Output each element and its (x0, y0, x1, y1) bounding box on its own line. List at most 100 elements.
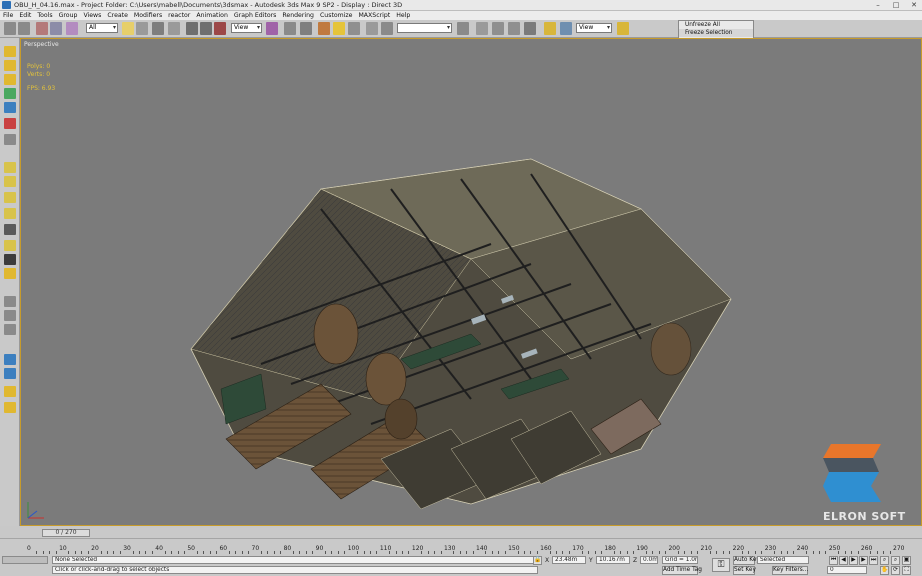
menu-modifiers[interactable]: Modifiers (134, 12, 162, 19)
rope-collection-icon[interactable] (4, 88, 16, 99)
render-setup-icon[interactable] (544, 22, 556, 35)
move-icon[interactable] (186, 22, 198, 35)
scale-icon[interactable] (214, 22, 226, 35)
zoom-icon[interactable]: ⌕ (880, 556, 889, 565)
align-icon[interactable] (457, 22, 469, 35)
menu-rendering[interactable]: Rendering (282, 12, 314, 19)
zoom-all-icon[interactable]: ⌕ (891, 556, 900, 565)
undo-icon[interactable] (4, 22, 16, 35)
render-view-dropdown[interactable]: View (576, 23, 612, 33)
auto-key-button[interactable]: Auto Key (733, 556, 760, 565)
minimize-button[interactable]: – (872, 1, 884, 9)
time-slider-thumb[interactable]: 0 / 270 (42, 529, 90, 537)
freeze-selection-item[interactable]: Freeze Selection (679, 29, 753, 37)
mirror-icon[interactable] (381, 22, 393, 35)
window-crossing-icon[interactable] (168, 22, 180, 35)
angle-snap-icon[interactable] (318, 22, 330, 35)
soft-body-icon[interactable] (4, 74, 16, 85)
current-frame-field[interactable]: 0 (827, 566, 867, 574)
menu-graph-editors[interactable]: Graph Editors (234, 12, 276, 19)
prismatic-icon[interactable] (4, 324, 16, 335)
perspective-viewport[interactable]: Perspective Polys: 0 Verts: 0 FPS: 6.93 (20, 38, 922, 526)
menu-create[interactable]: Create (107, 12, 128, 19)
spring-icon[interactable] (4, 134, 16, 145)
close-button[interactable]: ✕ (908, 1, 920, 9)
plane-icon[interactable] (4, 118, 16, 129)
auto-key-mode-dropdown[interactable]: Selected (757, 556, 809, 564)
unfreeze-all-item[interactable]: Unfreeze All (679, 21, 753, 29)
edit-named-selection-icon[interactable] (366, 22, 378, 35)
named-selection-dropdown[interactable] (397, 23, 452, 33)
constraint-solver-icon[interactable] (4, 254, 16, 265)
analyze-world-icon[interactable] (4, 402, 16, 413)
snap-toggle-icon[interactable] (300, 22, 312, 35)
spinner-snap-icon[interactable] (348, 22, 360, 35)
rag-doll-icon[interactable] (4, 268, 16, 279)
material-editor-icon[interactable] (524, 22, 536, 35)
cloth-collection-icon[interactable] (4, 60, 16, 71)
menu-tools[interactable]: Tools (37, 12, 52, 19)
car-wheel-icon[interactable] (4, 354, 16, 365)
select-object-icon[interactable] (122, 22, 134, 35)
x-coordinate-field[interactable]: 23.48m (552, 556, 586, 564)
percent-snap-icon[interactable] (333, 22, 345, 35)
pan-icon[interactable]: ✋ (880, 566, 889, 575)
pivot-center-icon[interactable] (266, 22, 278, 35)
bind-space-warp-icon[interactable] (66, 22, 78, 35)
reference-coordinate-dropdown[interactable]: View (231, 23, 262, 33)
viewport-label[interactable]: Perspective (24, 41, 59, 48)
layer-manager-icon[interactable] (476, 22, 488, 35)
fracture-icon[interactable] (4, 224, 16, 235)
menu-animation[interactable]: Animation (196, 12, 228, 19)
z-coordinate-field[interactable]: 0.0m (640, 556, 658, 564)
motor-icon[interactable] (4, 176, 16, 187)
selection-filter-dropdown[interactable]: All (86, 23, 118, 33)
render-frame-icon[interactable] (560, 22, 572, 35)
toy-car-icon[interactable] (4, 208, 16, 219)
schematic-view-icon[interactable] (508, 22, 520, 35)
link-icon[interactable] (36, 22, 48, 35)
maximize-button[interactable]: □ (890, 1, 902, 9)
menu-customize[interactable]: Customize (320, 12, 352, 19)
select-by-name-icon[interactable] (136, 22, 148, 35)
add-time-tag-button[interactable]: Add Time Tag (662, 566, 702, 575)
go-to-end-icon[interactable]: ⏭ (869, 556, 878, 565)
dashpot-icon[interactable] (4, 162, 16, 173)
maximize-viewport-icon[interactable]: ⛶ (902, 566, 911, 575)
play-icon[interactable]: ▶ (849, 556, 858, 565)
select-manipulate-icon[interactable] (284, 22, 296, 35)
set-key-button[interactable]: Set Key (733, 566, 756, 575)
orbit-icon[interactable]: ⟳ (891, 566, 900, 575)
menu-edit[interactable]: Edit (19, 12, 31, 19)
menu-file[interactable]: File (3, 12, 13, 19)
deforming-mesh-icon[interactable] (4, 102, 16, 113)
wind-icon[interactable] (4, 192, 16, 203)
time-slider[interactable]: 0 / 270 (20, 528, 922, 538)
preview-animation-icon[interactable] (4, 368, 16, 379)
menu-maxscript[interactable]: MAXScript (358, 12, 390, 19)
rigid-body-icon[interactable] (4, 46, 16, 57)
water-icon[interactable] (4, 240, 16, 251)
go-to-start-icon[interactable]: ⏮ (829, 556, 838, 565)
zoom-extents-icon[interactable]: ▣ (902, 556, 911, 565)
next-frame-icon[interactable]: ▶ (859, 556, 868, 565)
rotate-icon[interactable] (200, 22, 212, 35)
maxscript-listener-mini[interactable] (2, 556, 48, 564)
unlink-icon[interactable] (50, 22, 62, 35)
point-to-point-icon[interactable] (4, 310, 16, 321)
menu-views[interactable]: Views (83, 12, 101, 19)
create-animation-icon[interactable] (4, 386, 16, 397)
previous-frame-icon[interactable]: ◀ (839, 556, 848, 565)
quick-render-icon[interactable] (617, 22, 629, 35)
key-filters-button[interactable]: Key Filters... (772, 566, 808, 575)
rectangular-selection-icon[interactable] (152, 22, 164, 35)
y-coordinate-field[interactable]: 10.167m (596, 556, 630, 564)
menu-group[interactable]: Group (59, 12, 78, 19)
industrial-plant-model[interactable] (171, 149, 751, 526)
menu-reactor[interactable]: reactor (168, 12, 190, 19)
key-icon[interactable]: ⚿ (712, 558, 730, 572)
menu-help[interactable]: Help (396, 12, 410, 19)
lock-selection-icon[interactable]: 🔒 (533, 556, 542, 565)
hinge-icon[interactable] (4, 296, 16, 307)
curve-editor-icon[interactable] (492, 22, 504, 35)
